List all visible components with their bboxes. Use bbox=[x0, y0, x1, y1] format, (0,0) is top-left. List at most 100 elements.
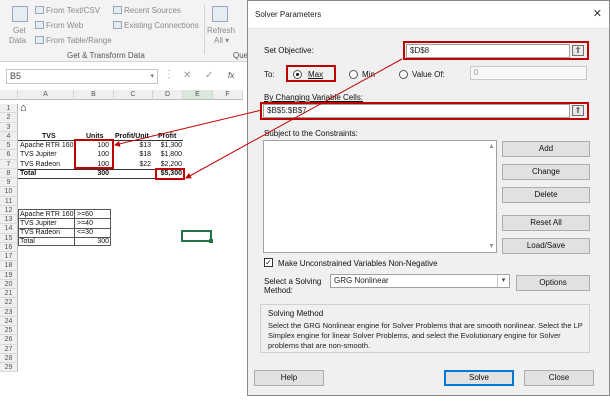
row-header[interactable]: 10 bbox=[0, 187, 18, 197]
name-box[interactable]: B5 ▾ bbox=[6, 69, 158, 84]
row-header[interactable]: 1 bbox=[0, 104, 18, 114]
min-radio[interactable] bbox=[349, 70, 358, 79]
column-header-e[interactable]: E bbox=[183, 90, 213, 100]
scroll-up-icon[interactable]: ▲ bbox=[488, 143, 495, 150]
close-icon[interactable]: ✕ bbox=[593, 7, 602, 20]
product-name[interactable]: Apache RTR 160 bbox=[20, 141, 74, 150]
solving-method-select[interactable]: GRG Nonlinear ▾ bbox=[330, 274, 510, 288]
constraint-value[interactable]: >=40 bbox=[77, 219, 93, 228]
product-profit-unit[interactable]: $22 bbox=[114, 160, 151, 169]
refresh-icon[interactable] bbox=[212, 6, 228, 22]
row-header[interactable]: 22 bbox=[0, 298, 18, 308]
row-header[interactable]: 16 bbox=[0, 242, 18, 252]
row-header[interactable]: 9 bbox=[0, 178, 18, 188]
selected-cell[interactable] bbox=[181, 230, 212, 242]
row-header[interactable]: 15 bbox=[0, 233, 18, 243]
row-header[interactable]: 7 bbox=[0, 159, 18, 169]
help-button[interactable]: Help bbox=[254, 370, 324, 386]
get-data-label-2[interactable]: Data bbox=[9, 36, 26, 45]
row-header[interactable]: 19 bbox=[0, 270, 18, 280]
chevron-down-icon[interactable]: ▾ bbox=[150, 70, 154, 83]
options-button[interactable]: Options bbox=[516, 275, 590, 291]
product-profit-unit[interactable]: $18 bbox=[114, 150, 151, 159]
row-header[interactable]: 12 bbox=[0, 205, 18, 215]
min-label[interactable]: Min bbox=[362, 70, 375, 79]
constraint-name[interactable]: TVS Jupiter bbox=[20, 219, 57, 228]
row-header[interactable]: 24 bbox=[0, 316, 18, 326]
constraint-value[interactable]: <=30 bbox=[77, 228, 93, 237]
row-header[interactable]: 25 bbox=[0, 326, 18, 336]
row-header[interactable]: 8 bbox=[0, 168, 18, 178]
row-header[interactable]: 3 bbox=[0, 122, 18, 132]
total-units[interactable]: 300 bbox=[74, 169, 109, 178]
row-header[interactable]: 28 bbox=[0, 353, 18, 363]
changing-cells-input[interactable]: $B$5:$B$7 bbox=[263, 104, 570, 118]
refresh-all-label[interactable]: All ▾ bbox=[214, 36, 229, 45]
constraint-value[interactable]: >=60 bbox=[77, 210, 93, 219]
row-header[interactable]: 21 bbox=[0, 289, 18, 299]
column-header-f[interactable]: F bbox=[213, 90, 243, 100]
objective-collapse-icon[interactable]: ⇑ bbox=[572, 45, 584, 56]
function-icon[interactable]: fx bbox=[228, 71, 234, 80]
column-header-c[interactable]: C bbox=[114, 90, 153, 100]
max-radio[interactable] bbox=[293, 70, 302, 79]
constraint-name[interactable]: Apache RTR 160 bbox=[20, 210, 74, 219]
row-header[interactable]: 20 bbox=[0, 279, 18, 289]
max-label[interactable]: Max bbox=[308, 70, 323, 79]
row-header[interactable]: 17 bbox=[0, 252, 18, 262]
product-profit[interactable]: $1,300 bbox=[153, 141, 182, 150]
row-header[interactable]: 6 bbox=[0, 150, 18, 160]
constraint-name[interactable]: Total bbox=[20, 237, 35, 246]
row-header[interactable]: 14 bbox=[0, 224, 18, 234]
constraint-name[interactable]: TVS Radeon bbox=[20, 228, 60, 237]
column-header-a[interactable]: A bbox=[18, 90, 74, 100]
value-of-label[interactable]: Value Of: bbox=[412, 70, 445, 79]
row-header[interactable]: 18 bbox=[0, 261, 18, 271]
enter-icon[interactable]: ✓ bbox=[205, 70, 213, 81]
row-header[interactable]: 11 bbox=[0, 196, 18, 206]
recent-sources-button[interactable]: Recent Sources bbox=[113, 6, 181, 15]
constraint-value[interactable]: 300 bbox=[74, 237, 109, 246]
row-header[interactable]: 23 bbox=[0, 307, 18, 317]
unconstrained-label[interactable]: Make Unconstrained Variables Non-Negativ… bbox=[278, 259, 438, 268]
row-header[interactable]: 4 bbox=[0, 131, 18, 141]
scroll-down-icon[interactable]: ▼ bbox=[488, 243, 495, 250]
reset-all-button[interactable]: Reset All bbox=[502, 215, 590, 231]
solve-button[interactable]: Solve bbox=[444, 370, 514, 386]
column-header-d[interactable]: D bbox=[153, 90, 183, 100]
load-save-button[interactable]: Load/Save bbox=[502, 238, 590, 254]
row-header[interactable]: 5 bbox=[0, 141, 18, 151]
row-header[interactable]: 29 bbox=[0, 363, 18, 373]
total-label[interactable]: Total bbox=[20, 169, 36, 178]
row-header[interactable]: 2 bbox=[0, 113, 18, 123]
row-header[interactable]: 13 bbox=[0, 215, 18, 225]
unconstrained-checkbox[interactable]: ✓ bbox=[264, 258, 273, 267]
chevron-down-icon[interactable]: ▾ bbox=[497, 275, 509, 287]
get-data-icon[interactable] bbox=[12, 6, 28, 22]
row-header[interactable]: 26 bbox=[0, 335, 18, 345]
product-profit-unit[interactable]: $13 bbox=[114, 141, 151, 150]
from-text-csv-button[interactable]: From Text/CSV bbox=[35, 6, 100, 15]
from-web-button[interactable]: From Web bbox=[35, 21, 83, 30]
refresh-label[interactable]: Refresh bbox=[207, 26, 235, 35]
product-name[interactable]: TVS Jupiter bbox=[20, 150, 57, 159]
delete-button[interactable]: Delete bbox=[502, 187, 590, 203]
product-profit[interactable]: $1,800 bbox=[153, 150, 182, 159]
column-header-b[interactable]: B bbox=[74, 90, 114, 100]
cancel-icon[interactable]: ✕ bbox=[183, 70, 191, 81]
set-objective-input[interactable]: $D$8 bbox=[406, 44, 570, 58]
fill-handle[interactable] bbox=[209, 239, 213, 243]
constraints-listbox[interactable] bbox=[263, 140, 497, 253]
value-of-input[interactable]: 0 bbox=[470, 66, 587, 80]
change-button[interactable]: Change bbox=[502, 164, 590, 180]
add-button[interactable]: Add bbox=[502, 141, 590, 157]
changing-cells-collapse-icon[interactable]: ⇑ bbox=[572, 105, 584, 116]
product-name[interactable]: TVS Radeon bbox=[20, 160, 60, 169]
existing-connections-button[interactable]: Existing Connections bbox=[113, 21, 199, 30]
get-data-label[interactable]: Get bbox=[13, 26, 26, 35]
row-header[interactable]: 27 bbox=[0, 344, 18, 354]
close-button[interactable]: Close bbox=[524, 370, 594, 386]
from-table-range-button[interactable]: From Table/Range bbox=[35, 36, 112, 45]
value-of-radio[interactable] bbox=[399, 70, 408, 79]
corner-cell[interactable] bbox=[0, 90, 18, 100]
